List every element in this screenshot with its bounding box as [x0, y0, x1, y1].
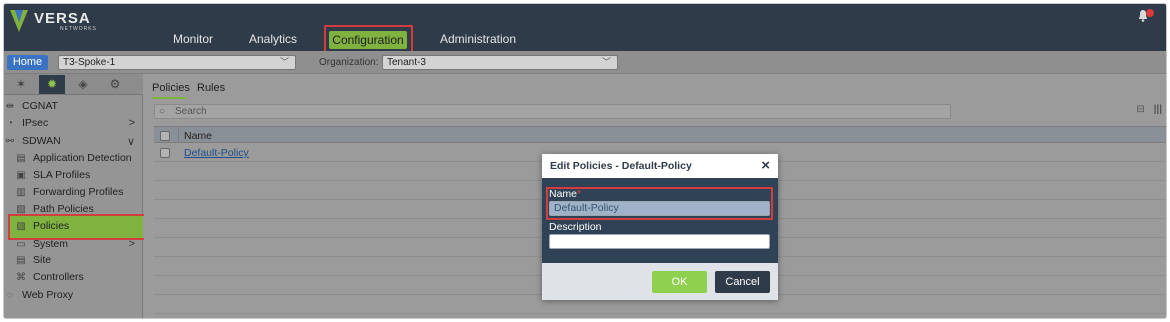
sidebar-item-site[interactable]: ▤ Site: [15, 254, 51, 266]
ok-button[interactable]: OK: [652, 271, 707, 293]
tab-policies[interactable]: Policies: [152, 82, 190, 94]
dialog-footer: OK Cancel: [542, 263, 778, 300]
sidebar-item-path-policies[interactable]: ▧ Path Policies: [15, 203, 94, 215]
app-detection-icon: ▤: [16, 153, 26, 164]
organization-select[interactable]: Tenant-3 ﹀: [382, 55, 618, 70]
versa-logo-mark-icon: [10, 10, 28, 32]
sidebar-item-label: System: [33, 238, 69, 250]
row-checkbox[interactable]: [160, 148, 170, 158]
versa-logo: VERSA NETWORKS: [8, 6, 96, 36]
dialog-header: Edit Policies - Default-Policy ×: [542, 154, 778, 178]
sidebar-item-web-proxy[interactable]: ◌ Web Proxy: [4, 289, 73, 301]
app-window: VERSA NETWORKS Monitor Analytics Configu…: [3, 3, 1167, 319]
chevron-down-icon: ∨: [126, 136, 135, 148]
system-icon: ▭: [16, 239, 26, 250]
sidebar-tab-objects[interactable]: ◈: [70, 75, 96, 94]
name-field-highlight-box: [546, 187, 773, 220]
configuration-highlight-box: [324, 25, 413, 54]
sidebar-item-label: Site: [33, 254, 52, 266]
sidebar-item-label: Policies: [33, 220, 70, 232]
policies-icon: ▧: [16, 221, 26, 232]
chevron-down-icon: ﹀: [601, 57, 611, 67]
sidebar-item-policies[interactable]: ▧ Policies: [15, 220, 69, 232]
appliance-select[interactable]: T3-Spoke-1 ﹀: [58, 55, 296, 70]
tab-rules[interactable]: Rules: [197, 82, 225, 94]
organization-label: Organization:: [319, 57, 379, 68]
sidebar-item-sla-profiles[interactable]: ▣ SLA Profiles: [15, 169, 90, 181]
path-icon: ▧: [16, 204, 26, 215]
sidebar-item-label: Web Proxy: [22, 289, 74, 301]
top-navigation-bar: VERSA NETWORKS Monitor Analytics Configu…: [4, 4, 1166, 54]
table-header: Name: [154, 126, 1166, 143]
sidebar-tab-network[interactable]: ✶: [8, 75, 34, 94]
dialog-title: Edit Policies - Default-Policy: [550, 160, 692, 172]
sidebar-tab-settings[interactable]: ⚙: [102, 75, 128, 94]
sidebar-item-label: Application Detection: [33, 152, 132, 164]
sidebar-item-label: CGNAT: [22, 100, 58, 112]
sidebar-item-label: IPsec: [22, 117, 49, 129]
sidebar-item-forwarding-profiles[interactable]: ▥ Forwarding Profiles: [15, 186, 123, 198]
sidebar-item-label: SDWAN: [22, 135, 61, 147]
chevron-right-icon: >: [128, 117, 135, 129]
sidebar-item-label: Forwarding Profiles: [33, 186, 124, 198]
edit-policies-dialog: Edit Policies - Default-Policy × Name* D…: [542, 154, 778, 300]
sidebar-item-label: SLA Profiles: [33, 169, 91, 181]
select-all-checkbox[interactable]: [160, 131, 170, 141]
column-header-name[interactable]: Name: [184, 130, 212, 142]
sidebar-item-application-detection[interactable]: ▤ Application Detection: [15, 152, 132, 164]
brand-sub: NETWORKS: [60, 26, 97, 32]
network-icon: ✶: [15, 77, 27, 91]
search-placeholder: Search: [175, 106, 207, 117]
content-tabs: Policies Rules: [144, 74, 1166, 99]
chevron-down-icon: ﹀: [279, 57, 289, 67]
organization-select-value: Tenant-3: [387, 57, 426, 68]
sidebar-item-label: Path Policies: [33, 203, 94, 215]
nav-analytics[interactable]: Analytics: [249, 32, 297, 46]
sidebar-item-controllers[interactable]: ⌘ Controllers: [15, 271, 84, 283]
sidebar: ✶ ✹ ◈ ⚙ ⇹ CGNAT ◔ IPsec > ⚯ SDWAN ∨ ▤ Applic…: [4, 74, 151, 318]
sidebar-icon-tabs: ✶ ✹ ◈ ⚙: [4, 74, 143, 95]
sla-icon: ▣: [16, 170, 26, 181]
brand-name: VERSA: [34, 10, 91, 27]
sdwan-icon: ⚯: [5, 136, 15, 147]
policy-name-link[interactable]: Default-Policy: [184, 147, 249, 159]
column-separator: [178, 127, 179, 142]
sidebar-tab-configuration[interactable]: ✹: [39, 75, 65, 94]
ipsec-icon: ◔: [6, 118, 14, 129]
chevron-right-icon: >: [128, 238, 135, 250]
cube-icon: ◈: [78, 77, 88, 91]
controllers-icon: ⌘: [16, 272, 26, 283]
notifications-button[interactable]: [1136, 8, 1156, 25]
forwarding-icon: ▥: [16, 187, 26, 198]
search-icon: ○: [159, 106, 166, 117]
description-field-label: Description: [549, 221, 602, 233]
collapse-icon[interactable]: ⊟: [1136, 104, 1144, 115]
sidebar-item-ipsec[interactable]: ◔ IPsec >: [4, 117, 143, 129]
context-bar: Home T3-Spoke-1 ﹀ Organization: Tenant-3…: [4, 51, 1166, 74]
appliance-select-value: T3-Spoke-1: [63, 57, 116, 68]
settings-icon: ⚙: [109, 77, 121, 91]
home-button[interactable]: Home: [7, 55, 48, 70]
site-icon: ▤: [16, 255, 26, 266]
webproxy-icon: ◌: [7, 290, 13, 301]
gear-icon: ✹: [46, 77, 58, 91]
sidebar-item-label: Controllers: [33, 271, 84, 283]
nav-administration[interactable]: Administration: [440, 32, 516, 46]
nav-monitor[interactable]: Monitor: [173, 32, 213, 46]
columns-icon[interactable]: |||: [1154, 104, 1162, 115]
cgnat-icon: ⇹: [5, 101, 15, 112]
cancel-button[interactable]: Cancel: [715, 271, 770, 293]
search-input[interactable]: ○ Search: [154, 104, 951, 119]
description-field[interactable]: [549, 234, 770, 249]
close-icon[interactable]: ×: [761, 157, 770, 174]
bell-icon: [1139, 9, 1154, 22]
active-tab-indicator: [152, 97, 186, 99]
table-tools: ⊟ |||: [1136, 104, 1162, 115]
sidebar-item-system[interactable]: ▭ System >: [15, 238, 143, 250]
sidebar-item-sdwan[interactable]: ⚯ SDWAN ∨: [4, 135, 143, 148]
sidebar-item-cgnat[interactable]: ⇹ CGNAT: [4, 100, 143, 112]
